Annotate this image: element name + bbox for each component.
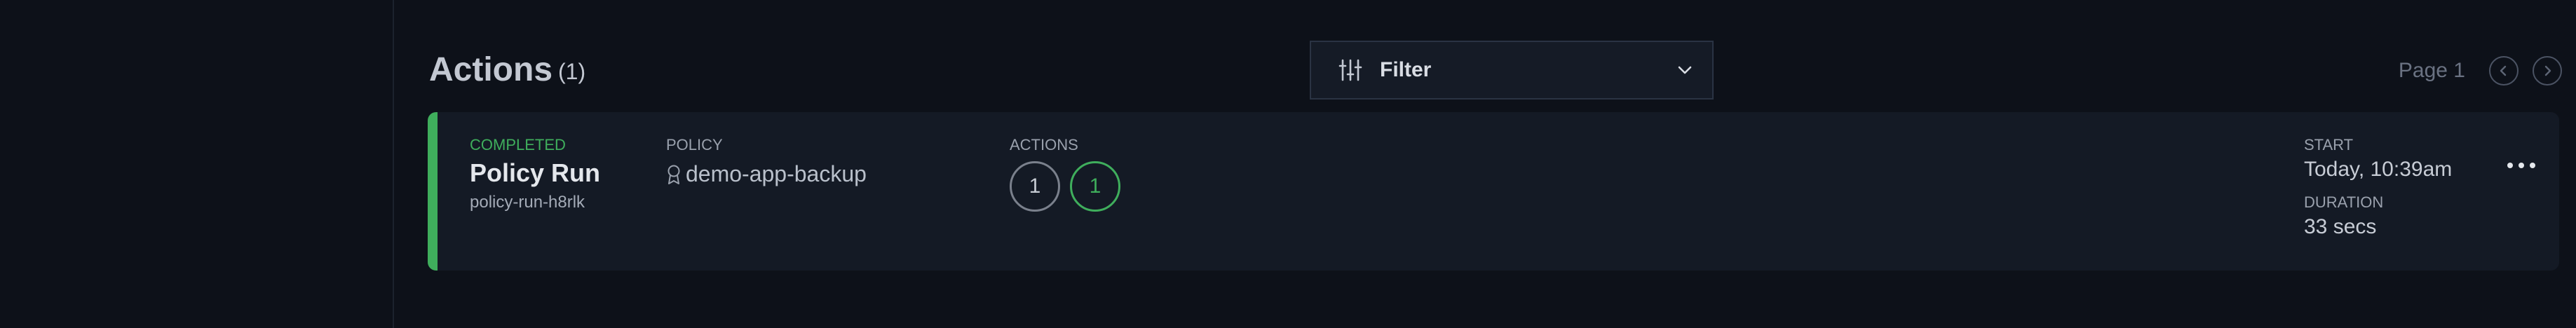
run-column: COMPLETED Policy Run policy-run-h8rlk [470, 136, 600, 213]
policy-column: POLICY demo-app-backup [666, 136, 867, 187]
timing-column: START Today, 10:39am DURATION 33 secs [2304, 136, 2452, 240]
actions-completed-count: 1 [1070, 161, 1120, 212]
actions-count: (1) [558, 59, 586, 84]
filter-label: Filter [1380, 58, 1432, 81]
action-card[interactable]: COMPLETED Policy Run policy-run-h8rlk PO… [428, 112, 2559, 271]
page-indicator: Page 1 [2398, 59, 2465, 82]
duration-value: 33 secs [2304, 215, 2377, 238]
duration-label: DURATION [2304, 193, 2384, 211]
policy-badge-icon [667, 165, 680, 184]
pagination: Page 1 [2399, 56, 2562, 86]
chevron-right-icon [2544, 65, 2551, 76]
status-accent-bar [428, 112, 438, 271]
filter-dropdown[interactable]: Filter [1310, 41, 1714, 100]
actions-total-count: 1 [1010, 161, 1060, 212]
main-content: Actions (1) Filter Page 1 COMPLETED Poli… [394, 0, 2576, 328]
policy-link[interactable]: demo-app-backup [666, 161, 867, 187]
previous-page-button[interactable] [2489, 56, 2519, 86]
run-id: policy-run-h8rlk [470, 193, 585, 212]
actions-label: ACTIONS [1010, 136, 1078, 153]
status-badge: COMPLETED [470, 136, 566, 153]
chevron-left-icon [2500, 65, 2507, 76]
page-title-text: Actions [429, 51, 553, 88]
next-page-button[interactable] [2533, 56, 2562, 86]
sliders-icon [1338, 59, 1362, 81]
left-sidebar [0, 0, 394, 328]
policy-name: demo-app-backup [686, 161, 867, 186]
run-type: Policy Run [470, 158, 601, 187]
ellipsis-icon [2507, 163, 2513, 168]
policy-label: POLICY [666, 136, 723, 153]
page-title: Actions (1) [429, 50, 585, 93]
more-options-button[interactable] [2507, 158, 2535, 172]
chevron-down-icon [1678, 66, 1692, 74]
start-label: START [2304, 136, 2354, 153]
actions-column: ACTIONS 1 1 [1010, 136, 1130, 212]
start-time: Today, 10:39am [2304, 158, 2453, 181]
